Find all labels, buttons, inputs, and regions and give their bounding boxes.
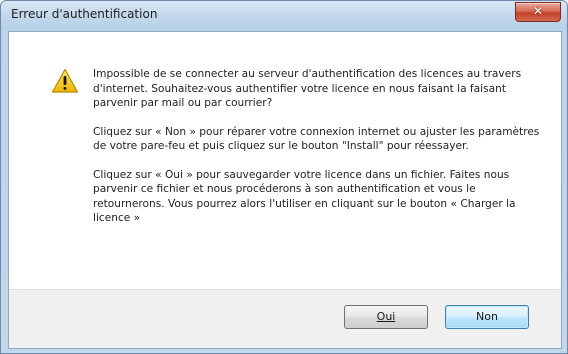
dialog-content: Impossible de se connecter au serveur d'… bbox=[8, 31, 562, 349]
close-button[interactable]: ✕ bbox=[515, 2, 561, 22]
warning-icon bbox=[51, 68, 79, 93]
message-paragraph: Cliquez sur « Non » pour réparer votre c… bbox=[93, 125, 540, 153]
message-text: Impossible de se connecter au serveur d'… bbox=[93, 67, 543, 240]
title-bar[interactable]: Erreur d'authentification ✕ bbox=[1, 1, 567, 29]
button-bar: Oui Non bbox=[9, 289, 561, 348]
oui-button-label: Oui bbox=[376, 310, 396, 323]
dialog-window: Erreur d'authentification ✕ Impossible d… bbox=[0, 0, 568, 354]
non-button[interactable]: Non bbox=[445, 305, 529, 329]
message-paragraph: Impossible de se connecter au serveur d'… bbox=[93, 68, 522, 109]
close-icon: ✕ bbox=[532, 4, 544, 18]
non-button-label: Non bbox=[476, 310, 498, 323]
oui-button[interactable]: Oui bbox=[344, 305, 428, 329]
window-title: Erreur d'authentification bbox=[11, 7, 158, 21]
message-paragraph: Cliquez sur « Oui » pour sauvegarder vot… bbox=[93, 168, 516, 225]
